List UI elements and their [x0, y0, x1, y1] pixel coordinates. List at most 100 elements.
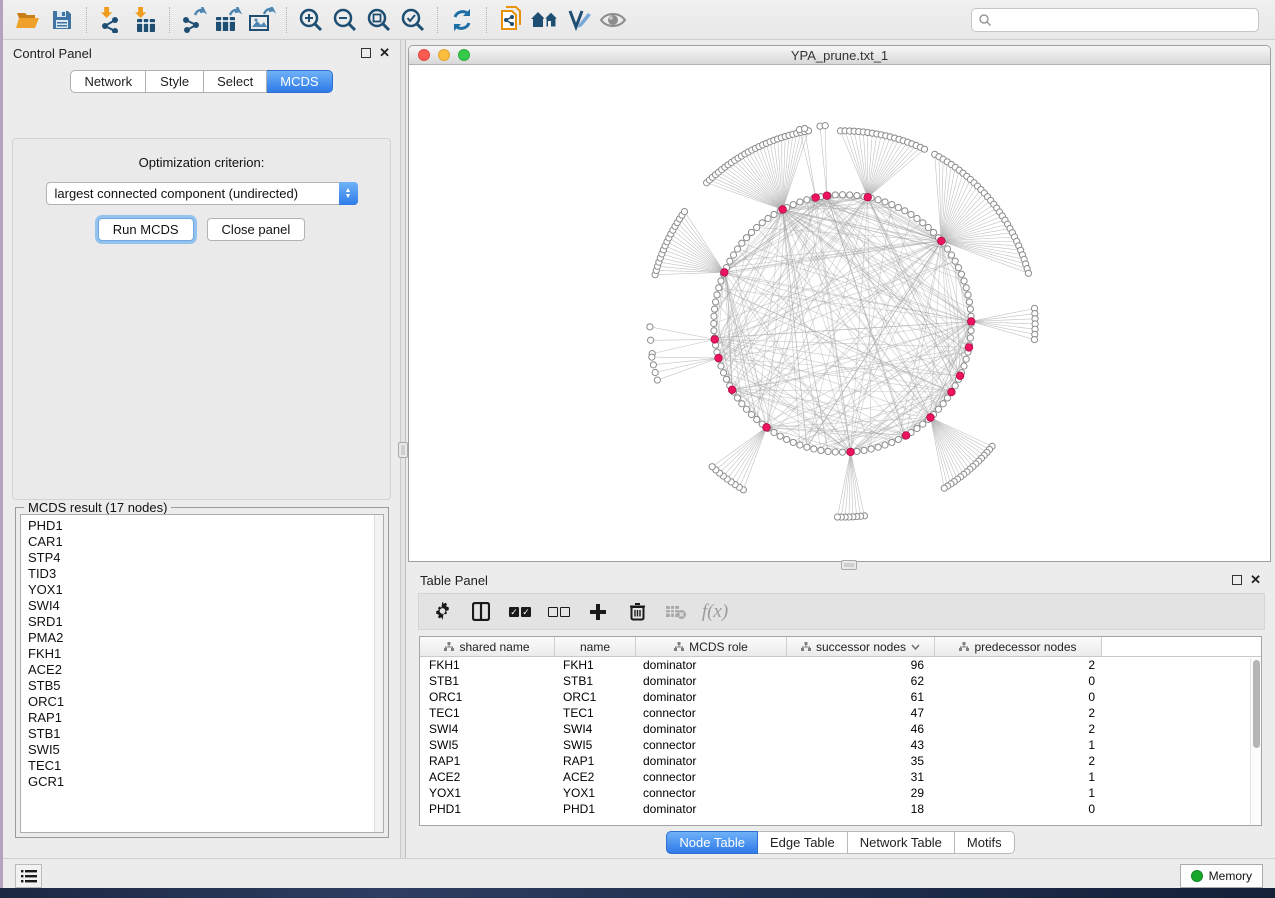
graph-ring-node[interactable] — [739, 401, 745, 407]
import-network-icon[interactable] — [94, 4, 128, 36]
graph-ring-node[interactable] — [963, 356, 969, 362]
graph-leaf-node[interactable] — [650, 362, 656, 368]
search-input[interactable] — [971, 8, 1259, 32]
task-history-button[interactable] — [15, 864, 42, 888]
graph-ring-node[interactable] — [908, 211, 914, 217]
graph-ring-node[interactable] — [718, 278, 724, 284]
float-panel-icon[interactable] — [1232, 575, 1242, 585]
graph-mcds-hub-node[interactable] — [948, 388, 956, 396]
graph-ring-node[interactable] — [804, 444, 810, 450]
table-row[interactable]: ACE2ACE2connector311 — [420, 769, 1261, 785]
graph-ring-node[interactable] — [720, 370, 726, 376]
graph-leaf-node[interactable] — [802, 125, 808, 131]
graph-ring-node[interactable] — [797, 199, 803, 205]
graph-leaf-node[interactable] — [941, 485, 947, 491]
table-row[interactable]: RAP1RAP1dominator352 — [420, 753, 1261, 769]
refresh-icon[interactable] — [445, 4, 479, 36]
share-network-icon[interactable] — [494, 4, 528, 36]
graph-ring-node[interactable] — [784, 436, 790, 442]
graph-mcds-hub-node[interactable] — [967, 318, 975, 326]
graph-ring-node[interactable] — [847, 192, 853, 198]
result-node-item[interactable]: YOX1 — [28, 582, 374, 598]
splitter-handle[interactable] — [841, 560, 857, 570]
result-node-item[interactable]: SRD1 — [28, 614, 374, 630]
graph-ring-node[interactable] — [748, 411, 754, 417]
table-row[interactable]: STB1STB1dominator620 — [420, 673, 1261, 689]
table-row[interactable]: SWI4SWI4dominator462 — [420, 721, 1261, 737]
graph-ring-node[interactable] — [712, 299, 718, 305]
network-window-titlebar[interactable]: YPA_prune.txt_1 — [409, 46, 1270, 65]
graph-ring-node[interactable] — [944, 246, 950, 252]
result-node-item[interactable]: STP4 — [28, 550, 374, 566]
settings-gear-icon[interactable] — [431, 601, 453, 623]
graph-mcds-hub-node[interactable] — [763, 424, 771, 432]
graph-ring-node[interactable] — [967, 306, 973, 312]
column-header-name[interactable]: name — [555, 637, 636, 656]
graph-leaf-node[interactable] — [649, 354, 655, 360]
graph-ring-node[interactable] — [711, 306, 717, 312]
tab-node-table[interactable]: Node Table — [666, 831, 758, 854]
graph-leaf-node[interactable] — [921, 146, 927, 152]
table-row[interactable]: PHD1PHD1dominator180 — [420, 801, 1261, 817]
graph-ring-node[interactable] — [875, 444, 881, 450]
vertical-splitter[interactable] — [400, 40, 406, 858]
graph-mcds-hub-node[interactable] — [864, 193, 872, 201]
result-node-item[interactable]: ORC1 — [28, 694, 374, 710]
graph-ring-node[interactable] — [955, 265, 961, 271]
tab-select[interactable]: Select — [204, 70, 267, 93]
export-table-icon[interactable] — [211, 4, 245, 36]
graph-mcds-hub-node[interactable] — [847, 448, 855, 456]
tab-mcds[interactable]: MCDS — [267, 70, 332, 93]
graph-ring-node[interactable] — [839, 449, 845, 455]
graph-ring-node[interactable] — [940, 401, 946, 407]
graph-ring-node[interactable] — [718, 363, 724, 369]
network-graph[interactable] — [409, 65, 1270, 561]
result-node-item[interactable]: STB1 — [28, 726, 374, 742]
horizontal-splitter[interactable] — [406, 562, 1275, 569]
result-node-item[interactable]: CAR1 — [28, 534, 374, 550]
graph-ring-node[interactable] — [818, 447, 824, 453]
graph-ring-node[interactable] — [727, 258, 733, 264]
result-node-item[interactable]: RAP1 — [28, 710, 374, 726]
graph-mcds-hub-node[interactable] — [812, 194, 820, 202]
graph-mcds-hub-node[interactable] — [937, 237, 945, 245]
graph-ring-node[interactable] — [966, 299, 972, 305]
memory-button[interactable]: Memory — [1180, 864, 1263, 888]
graph-ring-node[interactable] — [832, 192, 838, 198]
graph-ring-node[interactable] — [771, 429, 777, 435]
vizmapper-icon[interactable] — [562, 4, 596, 36]
run-mcds-button[interactable]: Run MCDS — [98, 218, 194, 241]
graph-ring-node[interactable] — [889, 439, 895, 445]
delete-column-icon[interactable] — [626, 601, 648, 623]
graph-ring-node[interactable] — [930, 229, 936, 235]
tab-style[interactable]: Style — [146, 70, 204, 93]
table-row[interactable]: ORC1ORC1dominator610 — [420, 689, 1261, 705]
graph-mcds-hub-node[interactable] — [711, 336, 719, 344]
graph-ring-node[interactable] — [920, 421, 926, 427]
mcds-result-list[interactable]: PHD1CAR1STP4TID3YOX1SWI4SRD1PMA2FKH1ACE2… — [20, 514, 384, 833]
table-row[interactable]: SWI5SWI5connector431 — [420, 737, 1261, 753]
graph-leaf-node[interactable] — [822, 123, 828, 129]
graph-ring-node[interactable] — [965, 292, 971, 298]
graph-leaf-node[interactable] — [652, 369, 658, 375]
graph-ring-node[interactable] — [723, 376, 729, 382]
graph-ring-node[interactable] — [754, 416, 760, 422]
graph-ring-node[interactable] — [935, 406, 941, 412]
graph-ring-node[interactable] — [895, 436, 901, 442]
home-icon[interactable] — [528, 4, 562, 36]
graph-ring-node[interactable] — [920, 220, 926, 226]
graph-ring-node[interactable] — [730, 252, 736, 258]
add-column-icon[interactable] — [587, 601, 609, 623]
graph-ring-node[interactable] — [958, 271, 964, 277]
graph-ring-node[interactable] — [832, 449, 838, 455]
tab-edge-table[interactable]: Edge Table — [758, 831, 848, 854]
graph-mcds-hub-node[interactable] — [779, 206, 787, 214]
graph-ring-node[interactable] — [790, 439, 796, 445]
graph-ring-node[interactable] — [961, 278, 967, 284]
save-session-icon[interactable] — [45, 4, 79, 36]
zoom-fit-icon[interactable] — [362, 4, 396, 36]
graph-ring-node[interactable] — [952, 258, 958, 264]
zoom-in-icon[interactable] — [294, 4, 328, 36]
zoom-selected-icon[interactable] — [396, 4, 430, 36]
graph-ring-node[interactable] — [882, 442, 888, 448]
